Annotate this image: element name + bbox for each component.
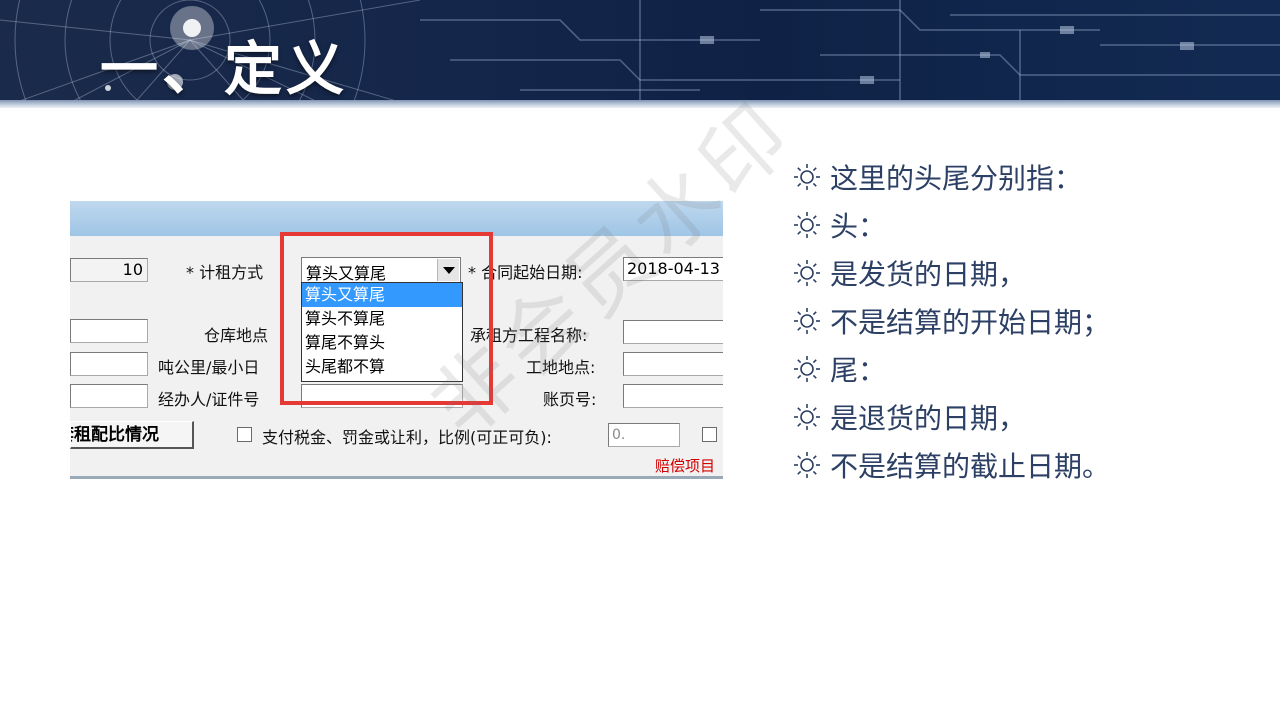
account-page-field[interactable] (623, 384, 723, 408)
warehouse-label: 仓库地点 (204, 326, 269, 345)
rent-method-label: * 计租方式 (186, 263, 264, 282)
site-location-label: 工地地点: (526, 358, 596, 377)
sun-icon (794, 404, 820, 430)
list-item: 头： (792, 201, 1110, 249)
list-item: 是发货的日期， (792, 249, 1110, 297)
slide-title: 一、定义 (100, 35, 349, 103)
list-item-text: 尾： (830, 354, 887, 387)
list-item: 尾： (792, 345, 1110, 393)
list-item: 是退货的日期， (792, 393, 1110, 441)
highlight-frame (280, 232, 493, 405)
sun-icon (794, 308, 820, 334)
quantity-field[interactable]: 10 (70, 258, 148, 282)
tax-checkbox[interactable] (237, 427, 252, 442)
sun-icon (794, 452, 820, 478)
row4-left-field[interactable] (70, 384, 148, 408)
list-item-text: 是发货的日期， (830, 258, 1027, 291)
list-item-text: 这里的头尾分别指： (830, 162, 1083, 195)
site-location-field[interactable] (623, 352, 723, 376)
ton-km-label: 吨公里/最小日 (158, 358, 260, 377)
definition-list: 这里的头尾分别指： 头： 是发货的日期， 不是结算的开始日期； 尾： 是退货的日… (792, 153, 1110, 489)
list-item: 不是结算的开始日期； (792, 297, 1110, 345)
extra-checkbox[interactable] (702, 427, 717, 442)
banner-rule (0, 100, 1280, 108)
project-name-field[interactable] (623, 320, 723, 344)
row3-left-field[interactable] (70, 352, 148, 376)
form-titlebar (70, 201, 723, 236)
rental-ratio-tab[interactable]: 套租配比情况 (70, 421, 194, 449)
list-item: 不是结算的截止日期。 (792, 441, 1110, 489)
sun-icon (794, 212, 820, 238)
row2-left-field[interactable] (70, 319, 148, 343)
list-item-text: 头： (830, 210, 887, 243)
tax-checkbox-label: 支付税金、罚金或让利，比例(可正可负): (262, 428, 552, 447)
list-item-text: 不是结算的截止日期。 (830, 450, 1111, 483)
rental-ratio-tab-label: 套租配比情况 (71, 425, 159, 445)
software-screenshot: 10 * 计租方式 算头又算尾 * 合同起始日期: 2018-04-13 算头又… (70, 201, 723, 479)
agent-id-label: 经办人/证件号 (158, 390, 260, 409)
form-bottom-border (70, 476, 723, 479)
list-item-text: 不是结算的开始日期； (830, 306, 1111, 339)
sun-icon (794, 164, 820, 190)
start-date-field[interactable]: 2018-04-13 (623, 257, 723, 281)
account-page-label: 账页号: (543, 390, 597, 409)
compensation-label: 赔偿项目 (655, 457, 716, 475)
sun-icon (794, 260, 820, 286)
header-banner: 一、定义 (0, 0, 1280, 108)
list-item-text: 是退货的日期， (830, 402, 1027, 435)
ratio-field[interactable]: 0. (608, 423, 680, 447)
list-item: 这里的头尾分别指： (792, 153, 1110, 201)
sun-icon (794, 356, 820, 382)
